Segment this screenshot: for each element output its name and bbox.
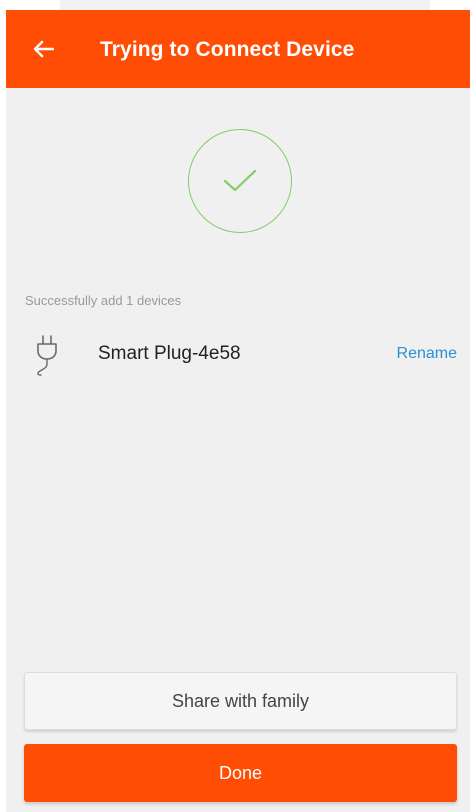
done-button[interactable]: Done xyxy=(24,744,457,802)
back-button[interactable] xyxy=(28,36,58,62)
success-caption: Successfully add 1 devices xyxy=(25,293,182,308)
share-with-family-button[interactable]: Share with family xyxy=(24,672,457,730)
device-name: Smart Plug-4e58 xyxy=(98,343,241,364)
plug-icon xyxy=(37,335,57,376)
main-content: Successfully add 1 devices Smart Plug-4e… xyxy=(6,88,470,812)
rename-link[interactable]: Rename xyxy=(397,345,457,363)
success-indicator xyxy=(188,129,292,233)
checkmark-icon xyxy=(223,169,257,192)
status-bar-strip xyxy=(60,0,430,10)
arrow-left-icon xyxy=(33,40,54,58)
page-title: Trying to Connect Device xyxy=(100,38,355,61)
device-row: Smart Plug-4e58 Rename xyxy=(6,328,470,378)
status-bar xyxy=(0,0,470,10)
app-bar: Trying to Connect Device xyxy=(6,10,470,88)
